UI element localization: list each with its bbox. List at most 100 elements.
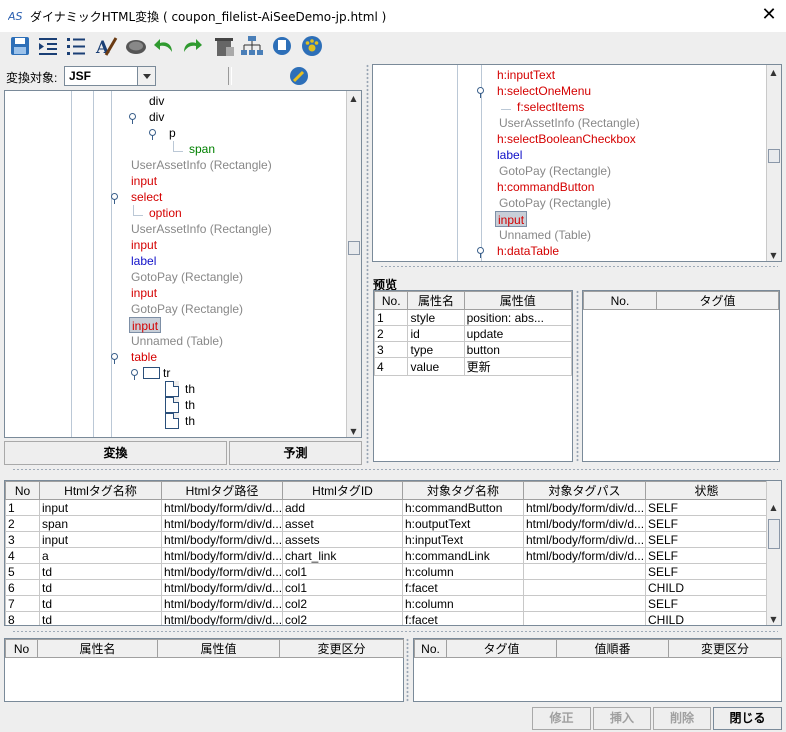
column-header[interactable]: 属性值 bbox=[463, 291, 573, 310]
tree-handle-icon[interactable] bbox=[477, 247, 484, 258]
table-cell[interactable]: html/body/form/div/d... bbox=[161, 611, 283, 625]
table-cell[interactable] bbox=[523, 611, 646, 625]
tree-node[interactable]: Unnamed (Table) bbox=[129, 333, 225, 349]
table-cell[interactable]: html/body/form/div/d... bbox=[523, 531, 646, 548]
table-cell[interactable]: f:facet bbox=[402, 579, 524, 596]
tree-node[interactable]: h:commandButton bbox=[495, 179, 596, 195]
table-row[interactable]: 1 input html/body/form/div/d... add h:comman… bbox=[5, 499, 768, 516]
column-header[interactable]: 対象タグ名称 bbox=[402, 481, 524, 500]
table-cell[interactable]: 1 bbox=[5, 499, 40, 516]
column-header[interactable]: タグ值 bbox=[655, 291, 780, 310]
tree-handle-icon[interactable] bbox=[477, 87, 484, 98]
mapping-table-scrollbar[interactable]: ▲ ▼ bbox=[766, 481, 781, 625]
tree-node[interactable]: UserAssetInfo (Rectangle) bbox=[497, 115, 642, 131]
tree-node[interactable]: GotoPay (Rectangle) bbox=[129, 301, 245, 317]
tree-node[interactable]: input bbox=[129, 173, 159, 189]
style-icon[interactable]: A bbox=[94, 35, 118, 57]
scroll-down-icon[interactable]: ▼ bbox=[347, 425, 360, 437]
table-row[interactable]: 3 type button bbox=[373, 341, 573, 358]
table-row[interactable]: 2 id update bbox=[373, 325, 573, 342]
tree-node[interactable]: input bbox=[129, 317, 162, 333]
table-cell[interactable]: html/body/form/div/d... bbox=[161, 515, 283, 532]
turtle-icon[interactable] bbox=[124, 35, 148, 57]
chevron-down-icon[interactable] bbox=[137, 67, 155, 85]
table-row[interactable]: 5 td html/body/form/div/d... col1 h:column SE… bbox=[5, 563, 768, 580]
scroll-up-icon[interactable]: ▲ bbox=[767, 501, 780, 514]
table-cell[interactable]: assets bbox=[282, 531, 403, 548]
close-window-button[interactable]: ✕ bbox=[752, 0, 786, 30]
tree-handle-icon[interactable] bbox=[111, 193, 118, 204]
html-tree-panel[interactable]: div div p span UserAssetInfo (Rectangle) inpu… bbox=[4, 90, 362, 438]
scroll-thumb[interactable] bbox=[348, 241, 360, 255]
table-cell[interactable]: h:column bbox=[402, 595, 524, 612]
table-cell[interactable]: h:inputText bbox=[402, 531, 524, 548]
tree-node[interactable]: div bbox=[147, 109, 166, 125]
table-cell[interactable]: SELF bbox=[645, 515, 768, 532]
scroll-thumb[interactable] bbox=[768, 149, 780, 163]
column-header[interactable]: Htmlタグ路径 bbox=[161, 481, 283, 500]
tree-node[interactable]: th bbox=[183, 397, 197, 413]
tree-node[interactable]: Unnamed (Table) bbox=[497, 227, 593, 243]
table-cell[interactable]: chart_link bbox=[282, 547, 403, 564]
tree-handle-icon[interactable] bbox=[149, 129, 156, 140]
table-cell[interactable]: SELF bbox=[645, 499, 768, 516]
save-icon[interactable] bbox=[8, 35, 32, 57]
table-cell[interactable]: 5 bbox=[5, 563, 40, 580]
table-cell[interactable]: span bbox=[39, 515, 162, 532]
table-cell[interactable]: html/body/form/div/d... bbox=[523, 515, 646, 532]
table-cell[interactable]: 更新 bbox=[463, 357, 573, 376]
modify-button[interactable]: 修正 bbox=[532, 707, 591, 730]
table-cell[interactable]: SELF bbox=[645, 547, 768, 564]
table-row[interactable]: 6 td html/body/form/div/d... col1 f:facet CHI… bbox=[5, 579, 768, 596]
tree-node[interactable]: tr bbox=[161, 365, 172, 381]
table-cell[interactable]: input bbox=[39, 499, 162, 516]
table-cell[interactable]: 6 bbox=[5, 579, 40, 596]
attr-change-panel[interactable]: No 属性名 属性值 変更区分 bbox=[4, 638, 404, 702]
table-cell[interactable]: html/body/form/div/d... bbox=[161, 579, 283, 596]
tree-node[interactable]: h:selectOneMenu bbox=[495, 83, 593, 99]
tree-node[interactable]: GotoPay (Rectangle) bbox=[497, 163, 613, 179]
table-cell[interactable]: button bbox=[463, 341, 573, 358]
tree-node[interactable]: span bbox=[187, 141, 217, 157]
column-header[interactable]: HtmlタグID bbox=[282, 481, 403, 500]
table-cell[interactable]: html/body/form/div/d... bbox=[161, 531, 283, 548]
lower-horizontal-splitter[interactable] bbox=[12, 630, 778, 633]
table-cell[interactable]: h:column bbox=[402, 563, 524, 580]
column-header[interactable]: No bbox=[5, 639, 38, 658]
table-cell[interactable]: 3 bbox=[373, 341, 409, 358]
table-row[interactable]: 8 td html/body/form/div/d... col2 f:facet CHI… bbox=[5, 611, 768, 625]
tree-node[interactable]: div bbox=[147, 93, 166, 109]
network-icon[interactable] bbox=[240, 35, 264, 57]
tree-node[interactable]: UserAssetInfo (Rectangle) bbox=[129, 221, 274, 237]
tree-node[interactable]: UserAssetInfo (Rectangle) bbox=[129, 157, 274, 173]
mapping-table-panel[interactable]: No Htmlタグ名称 Htmlタグ路径 HtmlタグID 対象タグ名称 対象タグパス 状態… bbox=[4, 480, 782, 626]
horizontal-splitter[interactable] bbox=[380, 265, 778, 268]
tree-node[interactable]: th bbox=[183, 413, 197, 429]
table-cell[interactable]: 7 bbox=[5, 595, 40, 612]
disk-icon[interactable] bbox=[270, 35, 294, 57]
table-cell[interactable]: h:commandButton bbox=[402, 499, 524, 516]
convert-button[interactable]: 変換 bbox=[4, 441, 227, 465]
tree-node[interactable]: input bbox=[129, 285, 159, 301]
table-cell[interactable]: type bbox=[407, 341, 465, 358]
list-icon[interactable] bbox=[64, 35, 88, 57]
scroll-thumb[interactable] bbox=[768, 519, 780, 549]
table-cell[interactable]: html/body/form/div/d... bbox=[523, 499, 646, 516]
column-header[interactable]: 值順番 bbox=[556, 639, 669, 658]
tree-handle-icon[interactable] bbox=[111, 353, 118, 364]
table-cell[interactable]: col2 bbox=[282, 611, 403, 625]
table-cell[interactable]: td bbox=[39, 595, 162, 612]
table-cell[interactable]: col2 bbox=[282, 595, 403, 612]
table-row[interactable]: 3 input html/body/form/div/d... assets h:inp… bbox=[5, 531, 768, 548]
table-cell[interactable]: 2 bbox=[5, 515, 40, 532]
table-cell[interactable]: f:facet bbox=[402, 611, 524, 625]
tree-node[interactable]: h:selectBooleanCheckbox bbox=[495, 131, 638, 147]
paw-icon[interactable] bbox=[300, 35, 324, 57]
table-cell[interactable]: input bbox=[39, 531, 162, 548]
table-cell[interactable] bbox=[523, 579, 646, 596]
table-cell[interactable]: h:commandLink bbox=[402, 547, 524, 564]
column-header[interactable]: No. bbox=[583, 291, 657, 310]
magic-wand-icon[interactable] bbox=[288, 66, 310, 86]
tree-node[interactable]: option bbox=[147, 205, 184, 221]
table-cell[interactable]: position: abs... bbox=[463, 309, 573, 326]
